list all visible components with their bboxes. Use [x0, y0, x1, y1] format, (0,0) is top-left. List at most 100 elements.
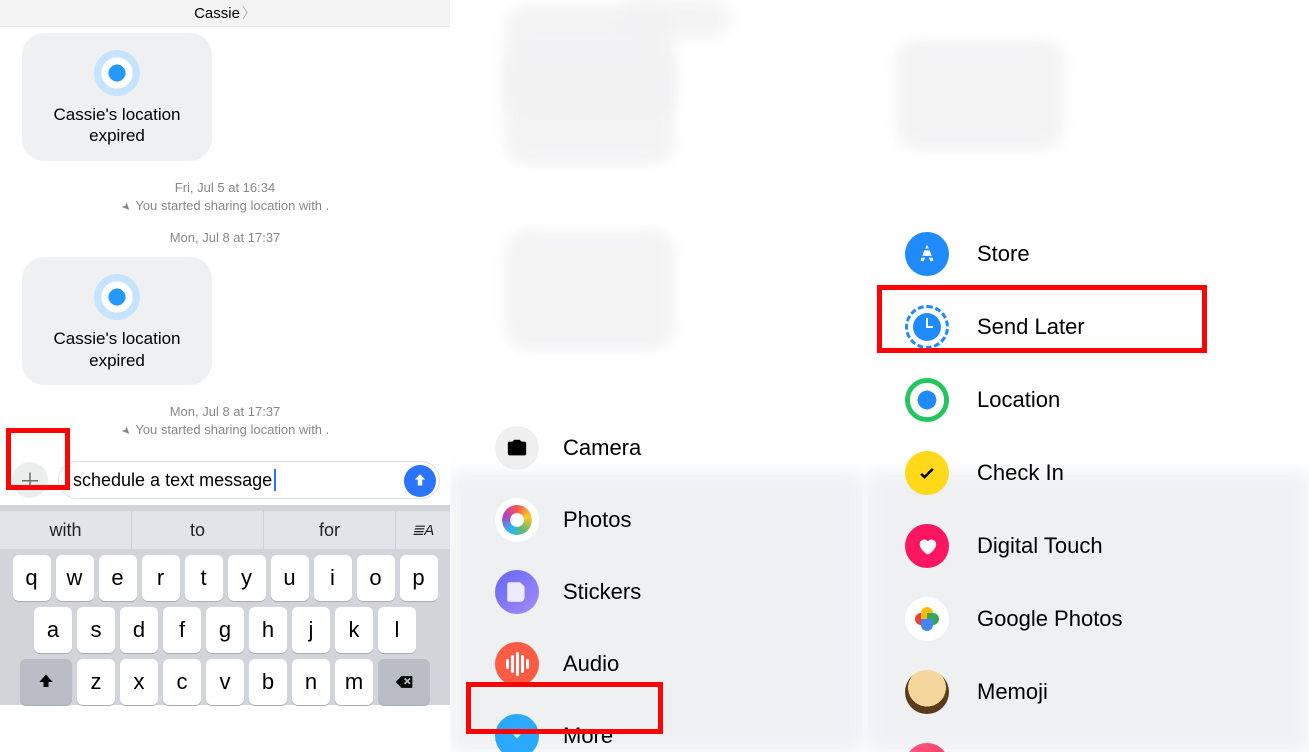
menu-item-memoji[interactable]: Memoji: [905, 658, 1123, 726]
shift-icon: [36, 672, 56, 692]
key-l[interactable]: l: [378, 607, 416, 653]
arrow-up-icon: [411, 472, 429, 490]
text-cursor: [274, 469, 276, 491]
camera-icon: [495, 426, 539, 470]
bubble-text: Cassie's location expired: [38, 104, 196, 147]
key-c[interactable]: c: [163, 659, 201, 705]
timestamp: Mon, Jul 8 at 17:37: [0, 229, 450, 247]
suggestion[interactable]: with: [0, 511, 132, 549]
key-r[interactable]: r: [142, 555, 180, 601]
key-o[interactable]: o: [357, 555, 395, 601]
menu-label: Camera: [563, 435, 641, 461]
suggestion[interactable]: for: [264, 511, 396, 549]
timestamp-block: Fri, Jul 5 at 16:34 ➤ You started sharin…: [0, 179, 450, 216]
conversation-header[interactable]: Cassie 〉: [0, 0, 450, 27]
clock-icon: [905, 305, 949, 349]
key-g[interactable]: g: [206, 607, 244, 653]
share-event: ➤ You started sharing location with .: [0, 421, 450, 439]
key-m[interactable]: m: [335, 659, 373, 705]
key-b[interactable]: b: [249, 659, 287, 705]
memoji-icon: [905, 670, 949, 714]
menu-label: Stickers: [563, 579, 641, 605]
key-t[interactable]: t: [185, 555, 223, 601]
audio-icon: [495, 642, 539, 686]
heart-icon: [905, 524, 949, 568]
shift-key[interactable]: [20, 659, 72, 705]
menu-item-more[interactable]: More: [495, 706, 641, 752]
menu-item-audio[interactable]: Audio: [495, 634, 641, 694]
menu-label: Photos: [563, 507, 632, 533]
menu-item-send-later[interactable]: Send Later: [905, 293, 1123, 361]
key-n[interactable]: n: [292, 659, 330, 705]
menu-label: Store: [977, 241, 1030, 267]
key-z[interactable]: z: [77, 659, 115, 705]
key-v[interactable]: v: [206, 659, 244, 705]
suggestion[interactable]: to: [132, 511, 264, 549]
location-arrow-icon: ➤: [117, 199, 134, 216]
keyboard-switch-icon[interactable]: ≣A: [396, 511, 450, 549]
suggestion-row: with to for ≣A: [0, 511, 450, 549]
location-icon: [94, 50, 140, 96]
key-a[interactable]: a: [34, 607, 72, 653]
findmy-icon: [905, 378, 949, 422]
chevron-right-icon: 〉: [242, 3, 256, 23]
checkmark-icon: [905, 451, 949, 495]
keyboard-row: z x c v b n m: [0, 653, 450, 705]
key-p[interactable]: p: [400, 555, 438, 601]
menu-label: Send Later: [977, 314, 1085, 340]
menu-item-location[interactable]: Location: [905, 366, 1123, 434]
apps-menu: Camera Photos Stickers Audio More: [495, 418, 641, 752]
key-x[interactable]: x: [120, 659, 158, 705]
key-y[interactable]: y: [228, 555, 266, 601]
apps-menu-list: Store Send Later Location Check In Digit…: [905, 220, 1123, 752]
message-input-text: schedule a text message: [73, 470, 272, 491]
key-d[interactable]: d: [120, 607, 158, 653]
menu-item-google-photos[interactable]: Google Photos: [905, 585, 1123, 653]
compose-row: ＋ schedule a text message: [0, 453, 450, 505]
key-q[interactable]: q: [13, 555, 51, 601]
menu-item-digital-touch[interactable]: Digital Touch: [905, 512, 1123, 580]
location-icon: [94, 274, 140, 320]
location-expired-bubble[interactable]: Cassie's location expired: [22, 257, 212, 385]
menu-item-music[interactable]: Music: [905, 731, 1123, 752]
key-s[interactable]: s: [77, 607, 115, 653]
key-h[interactable]: h: [249, 607, 287, 653]
messages-conversation-panel: Cassie 〉 Cassie's location expired Fri, …: [0, 0, 450, 752]
apps-plus-button[interactable]: ＋: [12, 462, 48, 498]
menu-label: Google Photos: [977, 606, 1123, 632]
timestamp-block: Mon, Jul 8 at 17:37: [0, 229, 450, 247]
appstore-icon: [905, 232, 949, 276]
key-u[interactable]: u: [271, 555, 309, 601]
photos-icon: [495, 498, 539, 542]
menu-item-stickers[interactable]: Stickers: [495, 562, 641, 622]
music-icon: [905, 743, 949, 752]
menu-label: Audio: [563, 651, 619, 677]
menu-item-camera[interactable]: Camera: [495, 418, 641, 478]
keyboard-row: q w e r t y u i o p: [0, 549, 450, 601]
menu-label: More: [563, 723, 613, 749]
key-w[interactable]: w: [56, 555, 94, 601]
key-f[interactable]: f: [163, 607, 201, 653]
key-j[interactable]: j: [292, 607, 330, 653]
send-button[interactable]: [404, 465, 436, 497]
google-photos-icon: [905, 597, 949, 641]
timestamp-block: Mon, Jul 8 at 17:37 ➤ You started sharin…: [0, 403, 450, 440]
key-e[interactable]: e: [99, 555, 137, 601]
share-event: ➤ You started sharing location with .: [0, 197, 450, 215]
contact-name: Cassie: [194, 5, 240, 22]
keyboard-row: a s d f g h j k l: [0, 601, 450, 653]
menu-item-check-in[interactable]: Check In: [905, 439, 1123, 507]
chevron-down-icon: [495, 714, 539, 752]
key-i[interactable]: i: [314, 555, 352, 601]
bubble-text: Cassie's location expired: [38, 328, 196, 371]
menu-label: Memoji: [977, 679, 1048, 705]
backspace-key[interactable]: [378, 659, 430, 705]
stickers-icon: [495, 570, 539, 614]
message-input[interactable]: schedule a text message: [58, 461, 440, 499]
keyboard: with to for ≣A q w e r t y u i o p a s d…: [0, 505, 450, 705]
apps-menu-overlay: Camera Photos Stickers Audio More: [450, 0, 865, 752]
key-k[interactable]: k: [335, 607, 373, 653]
menu-item-photos[interactable]: Photos: [495, 490, 641, 550]
location-expired-bubble[interactable]: Cassie's location expired: [22, 33, 212, 161]
menu-item-store[interactable]: Store: [905, 220, 1123, 288]
